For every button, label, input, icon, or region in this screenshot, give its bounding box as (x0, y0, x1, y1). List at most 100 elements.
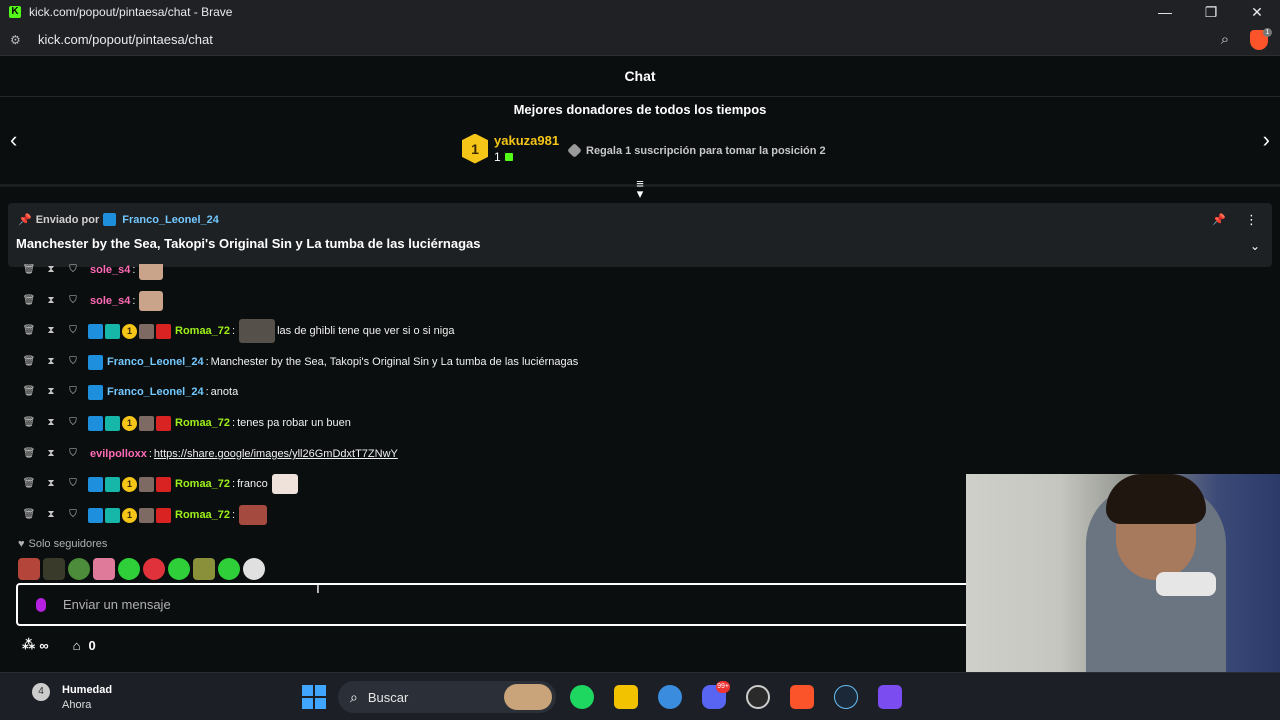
weather-widget[interactable]: 4 Humedad Ahora (12, 683, 122, 713)
more-options-icon[interactable]: ⋮ (1245, 212, 1258, 228)
donors-title: Mejores donadores de todos los tiempos (513, 102, 767, 117)
chat-message: 🗑 ⧗ ⛉ sole_s4: (22, 289, 164, 313)
file-explorer-icon[interactable] (614, 685, 638, 709)
emote-button[interactable] (218, 558, 240, 580)
emote-button[interactable] (193, 558, 215, 580)
timeout-icon[interactable]: ⧗ (44, 416, 58, 430)
chat-username[interactable]: Franco_Leonel_24 (107, 356, 204, 368)
ban-icon[interactable]: ⛉ (66, 447, 80, 461)
gift-hint[interactable]: Regala 1 suscripción para tomar la posic… (567, 143, 826, 158)
zoom-icon[interactable]: ⌕ (1216, 31, 1234, 49)
delete-icon[interactable]: 🗑 (22, 416, 36, 430)
chat-username[interactable]: Romaa_72 (175, 509, 230, 521)
search-highlight-image (504, 684, 552, 710)
emote-button[interactable] (143, 558, 165, 580)
timeout-icon[interactable]: ⧗ (44, 508, 58, 522)
pinned-meta: 📌 Enviado por Franco_Leonel_24 (18, 213, 219, 226)
chat-username[interactable]: sole_s4 (90, 295, 130, 307)
subscriber-badge-icon (105, 415, 120, 431)
minimize-icon[interactable]: — (1142, 0, 1188, 24)
app-launcher-icon[interactable] (878, 685, 902, 709)
emote-button[interactable] (168, 558, 190, 580)
window-controls: — ❐ ✕ (1142, 0, 1280, 24)
delete-icon[interactable]: 🗑 (22, 294, 36, 308)
settings-icon[interactable] (658, 685, 682, 709)
delete-icon[interactable]: 🗑 (22, 324, 36, 338)
ban-icon[interactable]: ⛉ (66, 355, 80, 369)
ban-icon[interactable]: ⛉ (66, 477, 80, 491)
chat-username[interactable]: Romaa_72 (175, 478, 230, 490)
store-value: 0 (88, 637, 96, 653)
ban-icon[interactable]: ⛉ (66, 416, 80, 430)
store-icon[interactable]: ⌂ (73, 638, 81, 653)
delete-icon[interactable]: 🗑 (22, 355, 36, 369)
site-settings-icon[interactable]: ⚙ (10, 33, 24, 47)
restore-icon[interactable]: ❐ (1188, 0, 1234, 24)
chevron-right-icon[interactable]: › (1263, 127, 1270, 153)
chat-message: 🗑 ⧗ ⛉ 1 Romaa_72: franco (22, 472, 298, 496)
chat-username[interactable]: Romaa_72 (175, 417, 230, 429)
timeout-icon[interactable]: ⧗ (44, 477, 58, 491)
emote-button[interactable] (93, 558, 115, 580)
subscriber-badge-icon (105, 507, 120, 523)
ban-icon[interactable]: ⛉ (66, 508, 80, 522)
message-text: franco (237, 478, 268, 490)
chat-input-field[interactable]: Enviar un mensaje (16, 583, 976, 626)
chat-username[interactable]: evilpolloxx (90, 448, 147, 460)
timeout-icon[interactable]: ⧗ (44, 294, 58, 308)
ban-icon[interactable]: ⛉ (66, 264, 80, 277)
brave-browser-icon[interactable] (790, 685, 814, 709)
delete-icon[interactable]: 🗑 (22, 385, 36, 399)
broadcaster-badge-icon (103, 213, 117, 226)
message-link[interactable]: https://share.google/images/yll26GmDdxtT… (154, 448, 398, 460)
channel-points-icon[interactable]: ⁂ (22, 637, 35, 653)
ban-icon[interactable]: ⛉ (66, 385, 80, 399)
chat-messages[interactable]: 🗑 ⧗ ⛉ sole_s4: 🗑 ⧗ ⛉ sole_s4: 🗑 ⧗ ⛉ 1 Ro… (0, 264, 966, 536)
obs-icon[interactable] (746, 685, 770, 709)
spotify-icon[interactable] (570, 685, 594, 709)
gifter-badge-icon: 1 (122, 476, 137, 492)
steam-icon[interactable] (834, 685, 858, 709)
chat-username[interactable]: sole_s4 (90, 264, 130, 276)
pinned-sent-by-user[interactable]: Franco_Leonel_24 (122, 214, 219, 226)
chevron-down-icon[interactable]: ⌄ (1250, 239, 1260, 253)
delete-icon[interactable]: 🗑 (22, 508, 36, 522)
broadcaster-badge-icon (88, 507, 103, 523)
message-separator: : (232, 478, 236, 490)
windows-start-icon[interactable] (302, 685, 326, 709)
ban-icon[interactable]: ⛉ (66, 324, 80, 338)
timeout-icon[interactable]: ⧗ (44, 385, 58, 399)
chat-username[interactable]: Franco_Leonel_24 (107, 386, 204, 398)
url-text[interactable]: kick.com/popout/pintaesa/chat (38, 32, 213, 47)
timeout-icon[interactable]: ⧗ (44, 324, 58, 338)
top-donor[interactable]: 1 yakuza981 1 (462, 133, 559, 164)
collapse-icon[interactable]: ≡ ▾ (633, 177, 647, 200)
chat-username[interactable]: Romaa_72 (175, 325, 230, 337)
emote-button[interactable] (68, 558, 90, 580)
browser-titlebar: K kick.com/popout/pintaesa/chat - Brave … (0, 0, 1280, 24)
points-value: ∞ (39, 637, 49, 653)
message-text: tenes pa robar un buen (237, 417, 351, 429)
microphone-icon[interactable] (36, 597, 46, 612)
timeout-icon[interactable]: ⧗ (44, 447, 58, 461)
timeout-icon[interactable]: ⧗ (44, 264, 58, 277)
chevron-left-icon[interactable]: ‹ (10, 127, 17, 153)
emote-button[interactable] (118, 558, 140, 580)
taskbar-search[interactable]: ⌕ Buscar (338, 681, 556, 713)
emote-button[interactable] (243, 558, 265, 580)
unpin-icon[interactable]: 📌 (1212, 213, 1226, 226)
window-title: kick.com/popout/pintaesa/chat - Brave (29, 5, 233, 19)
custom-badge-icon (139, 476, 154, 492)
subscriber-badge-icon (105, 323, 120, 339)
delete-icon[interactable]: 🗑 (22, 477, 36, 491)
ban-icon[interactable]: ⛉ (66, 294, 80, 308)
emote-button[interactable] (43, 558, 65, 580)
delete-icon[interactable]: 🗑 (22, 447, 36, 461)
broadcaster-badge-icon (88, 415, 103, 431)
message-separator: : (232, 417, 236, 429)
emote-button[interactable] (18, 558, 40, 580)
delete-icon[interactable]: 🗑 (22, 264, 36, 277)
timeout-icon[interactable]: ⧗ (44, 355, 58, 369)
top-donors-panel: Mejores donadores de todos los tiempos ‹… (0, 97, 1280, 200)
close-icon[interactable]: ✕ (1234, 0, 1280, 24)
